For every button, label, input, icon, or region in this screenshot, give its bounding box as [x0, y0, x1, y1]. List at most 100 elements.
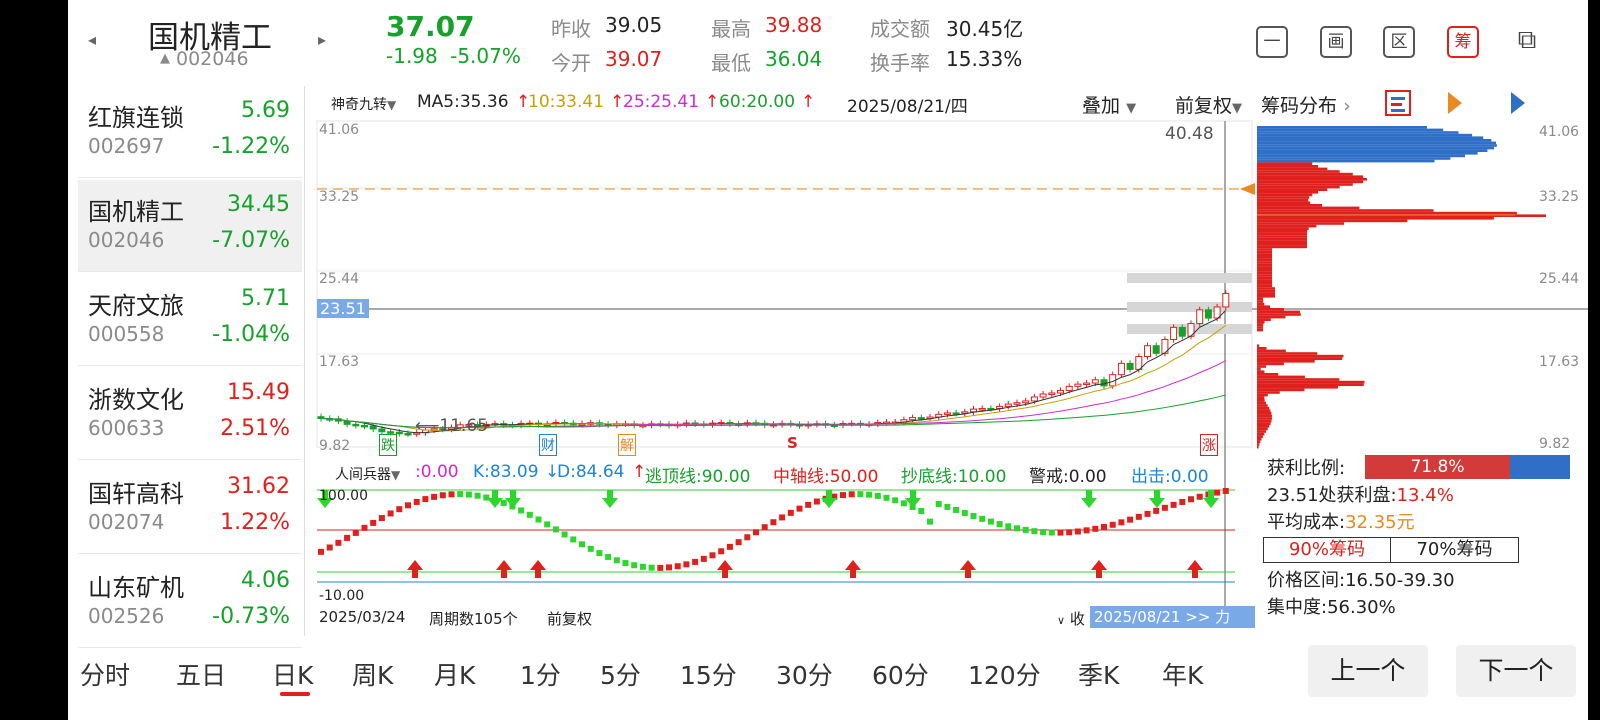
chart-area[interactable]: 神奇九转▼ MA5:35.36 ↑ 10:33.41 ↑ 25:25.41 ↑ … [304, 86, 1588, 636]
prev-stock-button[interactable]: 上一个 [1308, 645, 1428, 697]
event-up-marker[interactable]: 涨 [1200, 434, 1218, 456]
range-tool-icon[interactable]: 区 [1383, 26, 1415, 58]
tab-period[interactable]: 周K [352, 656, 393, 692]
chip-bar [1257, 256, 1272, 259]
period-count: 周期数105个 [429, 610, 518, 628]
gap-zone [1127, 273, 1252, 283]
landscape-switch-icon[interactable]: ⧉ [1511, 26, 1543, 58]
line-tool-icon[interactable]: 一 [1256, 26, 1288, 58]
tab-period[interactable]: 年K [1162, 656, 1203, 692]
sub-kd-mark [639, 563, 646, 570]
candle-body [909, 417, 917, 421]
next-stock-button[interactable]: 下一个 [1456, 645, 1576, 697]
tab-period[interactable]: 30分 [776, 656, 833, 692]
chip-70-button[interactable]: 70%筹码 [1391, 537, 1519, 563]
kline-frame [316, 120, 1253, 448]
watchlist-item-price: 31.62 [227, 474, 290, 499]
chip-bar [1257, 360, 1315, 363]
sub-kd-mark [413, 498, 420, 505]
sub-kd-mark [1135, 513, 1142, 520]
prev-close-value: 39.05 [605, 13, 663, 37]
candle-body [1048, 392, 1056, 395]
sub-kd-mark [1057, 529, 1064, 536]
prev-close-label: 昨收 [551, 17, 591, 41]
tab-period[interactable]: 1分 [520, 656, 561, 692]
watchlist-item-price: 5.69 [241, 98, 290, 123]
chip-bar [1257, 365, 1266, 368]
sub-kd-mark [361, 524, 368, 531]
watchlist-item[interactable]: 国机精工 34.45 002046 -7.07% [78, 180, 302, 272]
chip-bar [1257, 438, 1262, 441]
sub-kd-mark [1161, 504, 1168, 511]
concentration: 集中度:56.30% [1267, 597, 1396, 618]
event-finance-marker[interactable]: 财 [539, 434, 557, 456]
chip-bar [1257, 412, 1272, 415]
indicator-name[interactable]: 神奇九转▼ [331, 94, 396, 114]
next-stock-arrow-icon[interactable]: ▸ [318, 30, 326, 49]
chip-bar [1257, 157, 1451, 160]
tab-period[interactable]: 日K [272, 656, 313, 692]
watchlist-item[interactable]: 红旗连锁 5.69 002697 -1.22% [78, 86, 302, 178]
sub-kd-mark [1048, 529, 1055, 536]
tab-period[interactable]: 季K [1078, 656, 1119, 692]
event-down-marker[interactable]: 跌 [379, 434, 397, 456]
chip-distribution-title[interactable]: 筹码分布 › [1261, 91, 1351, 118]
y-label-3: 25.44 [319, 271, 360, 287]
sub-kd-mark [544, 521, 551, 528]
watchlist-item[interactable]: 浙数文化 15.49 600633 2.51% [78, 368, 302, 460]
sub-kd-mark [996, 521, 1003, 528]
profit-at-price: 23.51处获利盘:13.4% [1267, 485, 1454, 506]
tab-period[interactable]: 60分 [872, 656, 929, 692]
chip-bar [1257, 321, 1265, 324]
watchlist-item-price: 15.49 [227, 380, 290, 405]
chip-mode-1-icon[interactable] [1385, 90, 1411, 116]
tab-period[interactable]: 120分 [968, 656, 1041, 692]
watchlist-item[interactable]: 天府文旅 5.71 000558 -1.04% [78, 274, 302, 366]
chip-bar [1257, 378, 1340, 381]
prev-stock-arrow-icon[interactable]: ◂ [88, 30, 96, 49]
sub-kd-mark [1188, 496, 1194, 503]
event-s-marker[interactable]: S [787, 434, 798, 452]
event-unlock-marker[interactable]: 解 [618, 434, 636, 456]
candle-body [1152, 345, 1160, 354]
chip-bar [1257, 391, 1280, 394]
candle-body [1222, 292, 1230, 308]
sub-indicator-name[interactable]: 人间兵器▼ [335, 464, 400, 484]
tab-period[interactable]: 15分 [680, 656, 737, 692]
chip-bar [1257, 271, 1272, 275]
sub-kd-mark [1222, 487, 1229, 494]
sub-y-100: 100.00 [319, 488, 368, 504]
adjust-menu[interactable]: 前复权▼ [1175, 91, 1242, 118]
sub-kd-mark [405, 502, 411, 509]
sub-kd-mark [474, 492, 481, 499]
sub-kd-mark [1101, 523, 1107, 530]
tab-period[interactable]: 五日 [176, 656, 226, 692]
watchlist-item[interactable]: 国轩高科 31.62 002074 1.22% [78, 462, 302, 554]
chip-tool-icon[interactable]: 筹 [1447, 26, 1479, 58]
sub-kd-mark [813, 498, 820, 505]
chip-mode-3-icon[interactable] [1511, 92, 1525, 114]
chip-bar [1257, 193, 1313, 197]
tab-period[interactable]: 月K [434, 656, 475, 692]
sub-kd-mark [692, 558, 699, 565]
candle-body [970, 408, 977, 413]
active-tab-underline [280, 692, 310, 696]
sub-kd-mark [796, 505, 803, 512]
chip-mode-2-icon[interactable] [1448, 92, 1462, 114]
draw-tool-icon[interactable]: 画 [1320, 26, 1352, 58]
sort-up-icon: ▲ [160, 51, 170, 66]
candle-body [943, 412, 951, 415]
sub-mid-line: 中轴线:50.00 [773, 467, 879, 487]
chip-bar [1257, 154, 1466, 158]
chip-bar [1257, 243, 1307, 246]
chip-90-button[interactable]: 90%筹码 [1263, 537, 1391, 563]
chip-bar [1257, 292, 1275, 295]
overlay-menu[interactable]: 叠加 ▼ [1082, 91, 1136, 118]
watchlist-item[interactable]: 山东矿机 4.06 002526 -0.73% [78, 556, 302, 648]
sub-kd-mark [944, 503, 951, 510]
range-end-date[interactable]: 2025/08/21 >> 力 [1090, 606, 1255, 628]
tab-period[interactable]: 5分 [600, 656, 641, 692]
tab-period[interactable]: 分时 [80, 656, 130, 692]
collapse-toggle[interactable]: ∨ 收 [1057, 608, 1085, 629]
buy-arrow-icon [960, 560, 976, 578]
